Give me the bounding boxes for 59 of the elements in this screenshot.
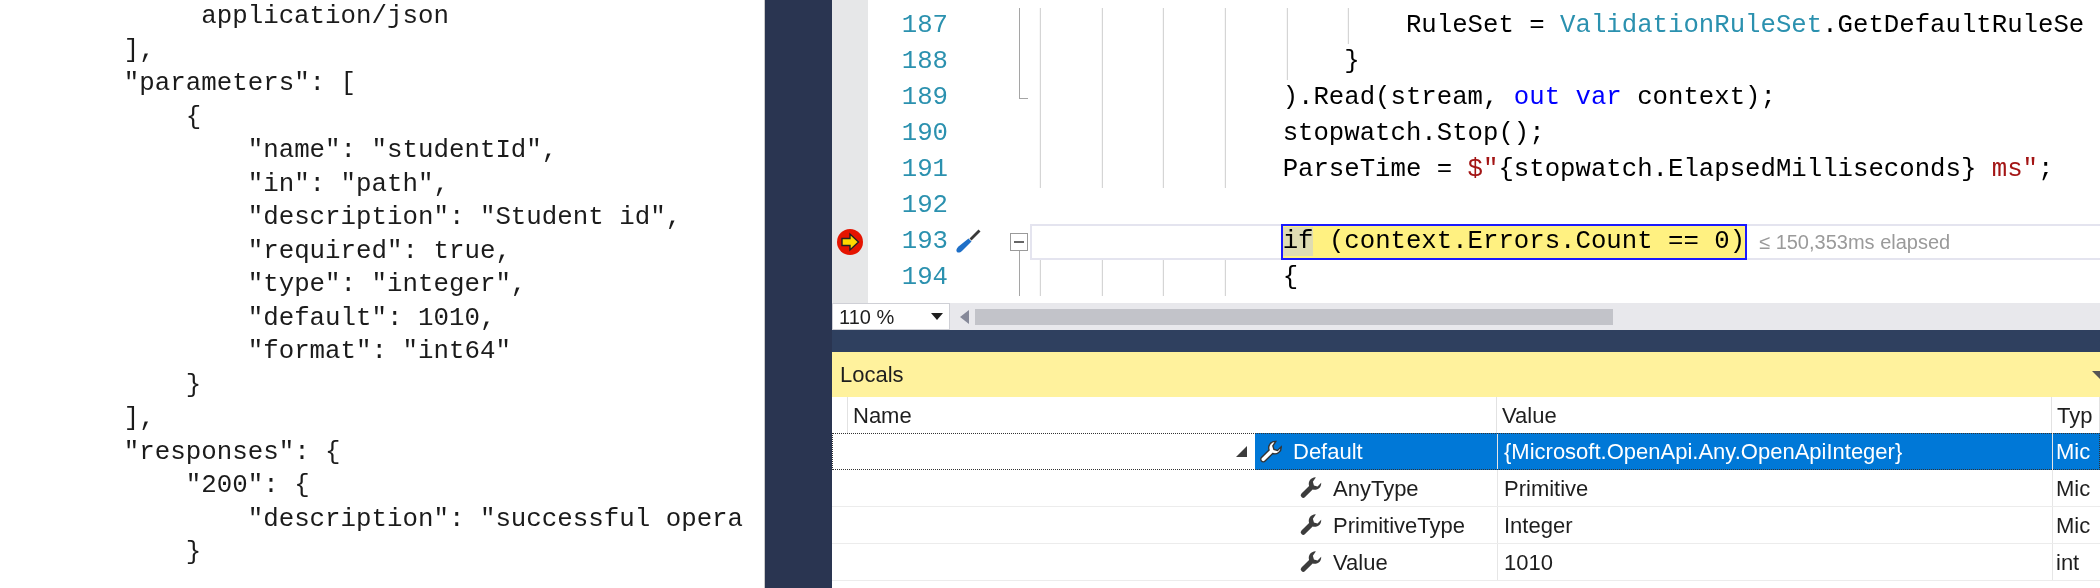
code-line: RuleSet = ValidationRuleSet.GetDefaultRuleSe xyxy=(1405,10,2085,42)
current-statement: if (context.Errors.Count == 0) xyxy=(1282,226,1746,258)
screwdriver-icon[interactable] xyxy=(954,228,982,256)
value-cell: 1010 xyxy=(1497,544,2052,580)
type-cell: Mic xyxy=(2052,433,2100,470)
code-line: "responses": { xyxy=(123,436,341,469)
code-line: "required": true, xyxy=(247,235,511,268)
code-line: "default": 1010, xyxy=(247,302,496,335)
current-statement-icon xyxy=(836,228,864,256)
type-cell: Mic xyxy=(2052,507,2100,543)
code-line: ], xyxy=(123,403,155,435)
line-number: 193 xyxy=(901,226,948,258)
value-cell: Primitive xyxy=(1497,470,2052,506)
line-number: 188 xyxy=(901,46,948,78)
code-line: ).Read(stream, out var context); xyxy=(1282,82,1776,114)
caret-icon xyxy=(931,313,943,320)
wrench-icon xyxy=(1259,438,1285,465)
collapse-icon[interactable] xyxy=(1010,233,1028,251)
code-line: } xyxy=(185,369,202,402)
code-line: "format": "int64" xyxy=(247,336,511,368)
code-line: ParseTime = $"{stopwatch.ElapsedMilliseconds} ms"; xyxy=(1282,154,2054,186)
code-line: "parameters": [ xyxy=(123,68,357,100)
code-line: "200": { xyxy=(185,470,310,502)
code-line: "type": "integer", xyxy=(247,269,527,301)
line-number: 191 xyxy=(901,154,948,186)
code-line: "description": "Student id", xyxy=(247,202,682,234)
line-number: 192 xyxy=(901,190,948,222)
code-line: application/json xyxy=(201,1,449,33)
caret-icon[interactable] xyxy=(2092,370,2100,379)
line-number: 189 xyxy=(901,82,948,114)
type-cell: int xyxy=(2052,544,2100,580)
scrollbar-thumb[interactable] xyxy=(975,308,1613,325)
line-number: 194 xyxy=(901,262,948,294)
line-number: 187 xyxy=(901,10,948,42)
code-line: { xyxy=(185,101,202,134)
tree-item[interactable]: AnyType xyxy=(1295,470,1497,506)
left-arrow-icon[interactable] xyxy=(960,309,969,324)
value-cell: Integer xyxy=(1497,507,2052,543)
line-number: 190 xyxy=(901,118,948,150)
column-header[interactable]: Value xyxy=(1502,398,1557,432)
code-line: stopwatch.Stop(); xyxy=(1282,118,1545,150)
column-header[interactable]: Typ xyxy=(2057,398,2093,432)
code-line: "name": "studentId", xyxy=(247,135,558,167)
type-cell: Mic xyxy=(2052,470,2100,506)
column-header[interactable]: Name xyxy=(853,398,912,432)
expanded-icon[interactable] xyxy=(1235,446,1247,457)
value-cell: {Microsoft.OpenApi.Any.OpenApiInteger} xyxy=(1497,433,2052,470)
code-line: { xyxy=(1282,262,1299,294)
elapsed-hint: ≤ 150,353ms elapsed xyxy=(1759,230,1951,255)
tree-item[interactable]: Default xyxy=(1255,433,1497,470)
panel-title: Locals xyxy=(840,361,904,389)
code-line: "in": "path", xyxy=(247,168,449,201)
tree-item[interactable]: Value xyxy=(1295,544,1497,580)
tree-item[interactable]: PrimitiveType xyxy=(1295,507,1497,543)
code-line: } xyxy=(185,537,202,569)
code-line: ], xyxy=(123,34,155,67)
code-line: "description": "successful opera xyxy=(247,503,744,536)
zoom-dropdown[interactable]: 110 % xyxy=(832,303,950,330)
code-line: } xyxy=(1344,46,1360,78)
